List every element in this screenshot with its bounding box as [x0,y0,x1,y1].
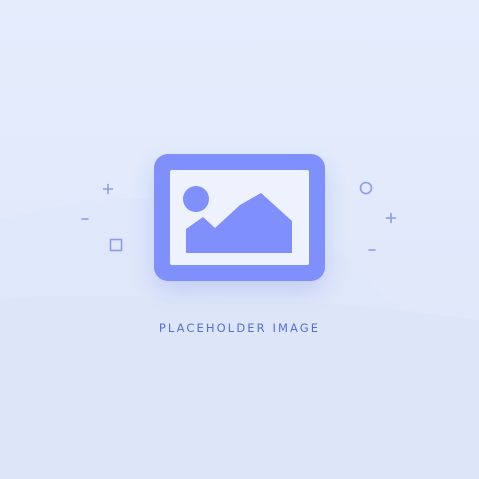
square-outline-icon [109,238,123,252]
minus-icon [368,249,376,251]
placeholder-caption: PLACEHOLDER IMAGE [158,321,321,335]
image-icon [183,186,292,253]
plus-icon [102,183,114,195]
image-placeholder-frame [154,154,325,281]
placeholder-canvas: PLACEHOLDER IMAGE [0,0,479,479]
minus-icon [81,218,89,220]
circle-outline-icon [359,181,373,195]
plus-icon [385,212,397,224]
